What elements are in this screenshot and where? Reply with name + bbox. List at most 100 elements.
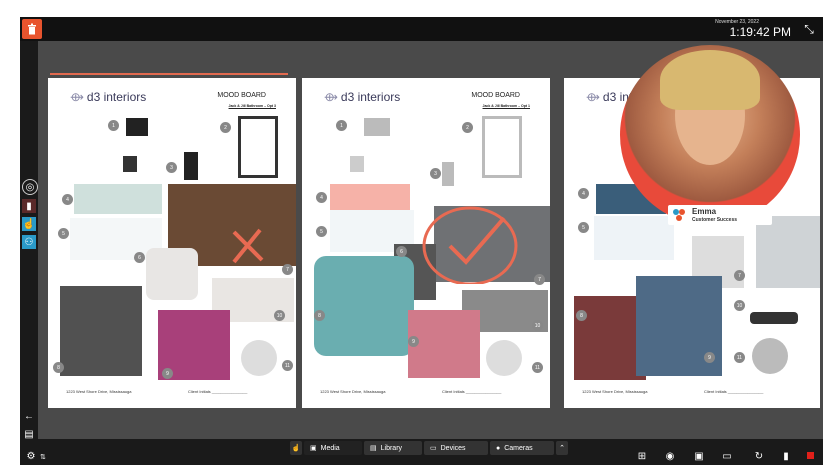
library-icon: ▤	[370, 445, 377, 452]
item-marker: 11	[734, 352, 745, 363]
chevron-tile-swatch	[408, 310, 480, 378]
client-initials-label: Client Initials ________________	[704, 389, 764, 394]
patterned-tile-swatch	[60, 286, 142, 376]
item-marker: 8	[576, 310, 587, 321]
item-marker: 2	[462, 122, 473, 133]
item-marker: 10	[734, 300, 745, 311]
item-marker: 10	[274, 310, 285, 321]
item-marker: 3	[430, 168, 441, 179]
item-marker: 11	[282, 360, 293, 371]
item-marker: 2	[220, 122, 231, 133]
camera-icon[interactable]: ◉	[663, 451, 677, 463]
participant-nameplate: Emma Customer Success	[668, 205, 772, 225]
item-marker: 9	[704, 352, 715, 363]
sink-image	[486, 340, 522, 376]
user-icon[interactable]: ▮	[22, 199, 36, 213]
tablet-icon[interactable]: ▭	[720, 451, 734, 463]
address-label: 1223 West Shore Drive, Mississauga	[66, 389, 132, 394]
tile-swatch	[594, 216, 674, 260]
bottom-bar: ⚙ ⇅ ☝ ▣ Media ▤ Library ▭ Devices ● Cameras …	[20, 439, 823, 465]
item-marker: 7	[734, 270, 745, 281]
accent-line	[50, 73, 288, 75]
item-marker: 11	[532, 362, 543, 373]
grid-icon[interactable]: ⊞	[635, 451, 649, 463]
sink-image	[241, 340, 277, 376]
settings-icon[interactable]: ⚙	[24, 451, 38, 463]
client-initials-label: Client Initials ________________	[188, 389, 248, 394]
tab-media[interactable]: ▣ Media	[304, 441, 362, 455]
address-label: 1223 West Shore Drive, Mississauga	[582, 389, 648, 394]
top-bar: November 23, 2022 1:19:42 PM ⤡	[20, 17, 823, 41]
item-marker: 1	[336, 120, 347, 131]
tab-library[interactable]: ▤ Library	[364, 441, 422, 455]
tab-devices[interactable]: ▭ Devices	[424, 441, 488, 455]
item-marker: 5	[58, 228, 69, 239]
annotation-check-mark	[422, 206, 518, 284]
participant-name: Emma	[692, 207, 717, 216]
hex-tile-swatch	[146, 248, 198, 300]
item-marker: 8	[53, 362, 64, 373]
time-label: 1:19:42 PM	[729, 25, 791, 39]
pointer-tab-icon[interactable]: ☝	[290, 441, 302, 455]
page-title: MOOD BOARD	[217, 92, 266, 99]
tile-swatch	[330, 184, 410, 210]
star-tile-swatch	[314, 256, 414, 356]
camera-icon: ●	[496, 444, 501, 452]
shower-head-image	[126, 118, 148, 136]
page-title: MOOD BOARD	[471, 92, 520, 99]
refresh-icon[interactable]: ↻	[752, 451, 766, 463]
vanity-image	[756, 216, 820, 288]
page-subtitle: Jack & Jill Bathroom – Opt 3	[228, 104, 276, 108]
brand-logo: ⟴d3 interiors	[324, 90, 401, 104]
record-icon[interactable]	[803, 451, 817, 463]
pointer-icon[interactable]: ☝	[22, 217, 36, 231]
chevron-up-icon[interactable]: ⌃	[556, 441, 568, 455]
address-label: 1223 West Shore Drive, Mississauga	[320, 389, 386, 394]
page-subtitle: Jack & Jill Bathroom – Opt 1	[482, 104, 530, 108]
faucet-image	[442, 162, 454, 186]
item-marker: 9	[162, 368, 173, 379]
valve-image	[350, 156, 364, 172]
item-marker: 4	[578, 188, 589, 199]
client-initials-label: Client Initials ________________	[442, 389, 502, 394]
tile-swatch	[74, 184, 162, 214]
item-marker: 3	[166, 162, 177, 173]
brand-logo: ⟴d3 interiors	[70, 90, 147, 104]
item-marker: 9	[408, 336, 419, 347]
arrow-left-icon[interactable]: ←	[22, 409, 36, 423]
globe-icon[interactable]: ◎	[22, 179, 38, 195]
item-marker: 5	[578, 222, 589, 233]
monitor-icon: ▭	[430, 445, 437, 452]
company-logo	[672, 208, 686, 222]
tab-cameras[interactable]: ● Cameras	[490, 441, 554, 455]
people-icon[interactable]: ⚇	[22, 235, 36, 249]
media-icon: ▣	[310, 445, 317, 452]
item-marker: 5	[316, 226, 327, 237]
valve-image	[123, 156, 137, 172]
folder-icon[interactable]: ▮	[779, 451, 793, 463]
item-marker: 1	[108, 120, 119, 131]
towel-rack-image	[482, 116, 522, 178]
trash-bin-icon[interactable]	[22, 19, 42, 39]
collapse-icon[interactable]: ⤡	[800, 21, 818, 37]
app-window: November 23, 2022 1:19:42 PM ⤡ ◎ ▮ ☝ ⚇ ←…	[20, 17, 823, 465]
item-marker: 7	[282, 264, 293, 275]
towel-rack-image	[238, 116, 278, 178]
left-rail: ◎ ▮ ☝ ⚇ ← ▤ ?	[20, 41, 38, 465]
item-marker: 7	[534, 274, 545, 285]
item-marker: 4	[316, 192, 327, 203]
window-icon[interactable]: ▣	[692, 451, 706, 463]
participant-hair	[660, 50, 760, 110]
sink-image	[752, 338, 788, 374]
item-marker: 4	[62, 194, 73, 205]
annotation-cross-mark	[232, 228, 264, 264]
sort-toggle[interactable]: ⇅	[40, 453, 46, 461]
mood-board-page-2[interactable]: ⟴ d3 interiors MOOD BOARD Jack & Jill Bat…	[302, 78, 550, 408]
item-marker: 8	[314, 310, 325, 321]
faucet-image	[184, 152, 198, 180]
participant-role: Customer Success	[692, 217, 738, 223]
pull-handle-image	[750, 312, 798, 324]
shower-head-image	[364, 118, 390, 136]
mood-board-page-1[interactable]: ⟴ d3 interiors MOOD BOARD Jack & Jill Bat…	[48, 78, 296, 408]
participant-video[interactable]	[620, 45, 800, 225]
